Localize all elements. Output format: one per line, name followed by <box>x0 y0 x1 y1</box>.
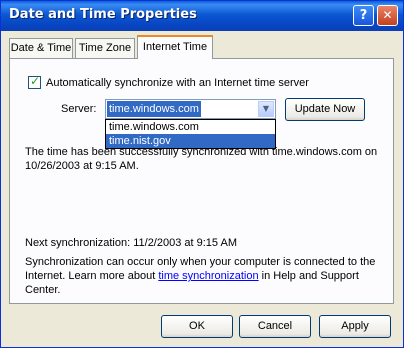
note-line-3: Center. <box>25 284 61 296</box>
tab-time-zone[interactable]: Time Zone <box>75 38 135 58</box>
server-option-time-nist[interactable]: time.nist.gov <box>106 134 275 148</box>
auto-sync-label: Automatically synchronize with an Intern… <box>46 77 309 89</box>
note-line-2-suffix: in Help and Support <box>258 270 359 282</box>
server-option-time-windows[interactable]: time.windows.com <box>106 120 275 134</box>
status-line-2: 10/26/2003 at 9:15 AM. <box>25 160 139 172</box>
cancel-button[interactable]: Cancel <box>239 315 311 338</box>
title-bar[interactable]: Date and Time Properties ? ✕ <box>1 1 403 31</box>
close-icon: ✕ <box>382 8 393 22</box>
server-label: Server: <box>61 103 97 115</box>
update-now-button[interactable]: Update Now <box>285 98 365 121</box>
dialog-window: Date and Time Properties ? ✕ Date & Time… <box>0 0 404 348</box>
server-value: time.windows.com <box>107 101 201 117</box>
checkmark-icon: ✓ <box>30 74 41 88</box>
apply-button[interactable]: Apply <box>319 315 391 338</box>
help-icon: ? <box>359 8 368 23</box>
tab-internet-time[interactable]: Internet Time <box>137 35 213 59</box>
close-button[interactable]: ✕ <box>377 5 398 26</box>
note-line-2: Internet. Learn more about time synchron… <box>25 269 359 283</box>
time-sync-help-link[interactable]: time synchronization <box>158 270 258 282</box>
help-button[interactable]: ? <box>353 5 374 26</box>
window-title: Date and Time Properties <box>9 7 197 22</box>
chevron-down-icon: ▼ <box>262 104 270 113</box>
server-dropdown-list: time.windows.com time.nist.gov <box>105 119 276 149</box>
dropdown-arrow-button[interactable]: ▼ <box>258 101 274 117</box>
server-combobox[interactable]: time.windows.com ▼ <box>105 99 276 119</box>
internet-time-panel: ✓ Automatically synchronize with an Inte… <box>9 58 394 304</box>
tab-date-time[interactable]: Date & Time <box>9 38 73 58</box>
ok-button[interactable]: OK <box>161 315 233 338</box>
next-sync-text: Next synchronization: 11/2/2003 at 9:15 … <box>25 237 237 249</box>
note-line-1: Synchronization can occur only when your… <box>25 256 376 268</box>
auto-sync-checkbox[interactable]: ✓ <box>28 74 41 89</box>
note-line-2-prefix: Internet. Learn more about <box>25 270 159 282</box>
